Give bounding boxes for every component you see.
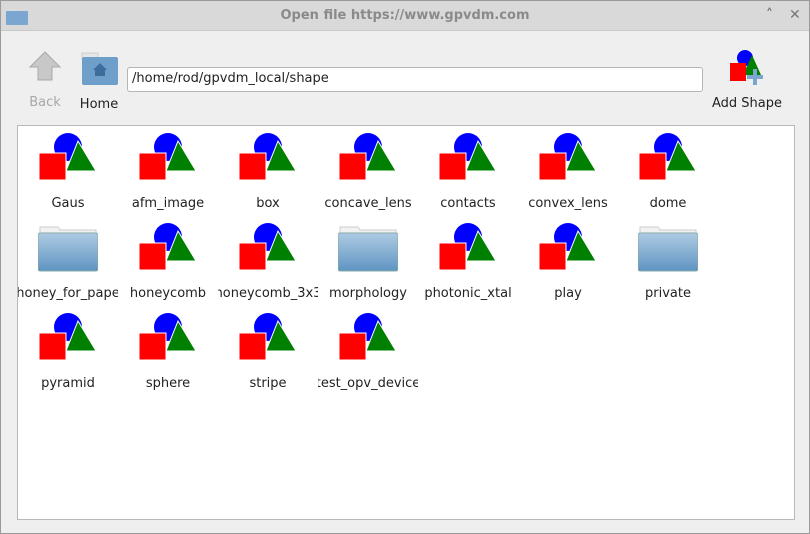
back-label: Back xyxy=(29,95,61,110)
file-item[interactable]: contacts xyxy=(418,129,518,219)
file-item-label: photonic_xtal xyxy=(424,286,512,301)
file-item-label: box xyxy=(256,196,280,211)
file-item-label: test_opv_device xyxy=(318,376,418,391)
file-item[interactable]: Gaus xyxy=(18,129,118,219)
add-shape-label: Add Shape xyxy=(711,96,782,111)
shape-icon xyxy=(638,133,697,181)
home-folder-icon xyxy=(81,52,118,85)
file-item[interactable]: photonic_xtal xyxy=(418,219,518,309)
folder-icon xyxy=(338,226,398,272)
folder-icon xyxy=(638,226,698,272)
close-icon[interactable]: ✕ xyxy=(789,7,801,23)
file-item-label: honeycomb_3x3 xyxy=(218,286,318,301)
path-input[interactable]: /home/rod/gpvdm_local/shape xyxy=(127,67,703,92)
add-shape-button[interactable]: Add Shape xyxy=(709,49,785,111)
file-item[interactable]: honey_for_pape xyxy=(18,219,118,309)
file-dialog-window: Open file https://www.gpvdm.com ˄ ✕ Back… xyxy=(0,0,810,534)
file-item-label: pyramid xyxy=(41,376,95,391)
file-item[interactable]: private xyxy=(618,219,718,309)
file-item-label: afm_image xyxy=(131,196,205,211)
file-item[interactable]: pyramid xyxy=(18,309,118,399)
file-item-label: private xyxy=(645,286,691,301)
chevron-up-icon[interactable]: ˄ xyxy=(766,7,773,23)
file-item-label: concave_lens xyxy=(324,196,412,211)
file-item-label: Gaus xyxy=(51,196,85,211)
file-item[interactable]: play xyxy=(518,219,618,309)
folder-icon xyxy=(38,226,98,272)
shape-icon xyxy=(338,313,397,361)
home-label: Home xyxy=(79,97,119,112)
add-shape-icon xyxy=(730,50,763,85)
shape-icon xyxy=(138,133,197,181)
shape-icon xyxy=(38,133,97,181)
file-item[interactable]: convex_lens xyxy=(518,129,618,219)
file-item[interactable]: sphere xyxy=(118,309,218,399)
shape-icon xyxy=(138,313,197,361)
file-item-label: contacts xyxy=(440,196,496,211)
shape-icon xyxy=(338,133,397,181)
back-button[interactable]: Back xyxy=(23,49,67,110)
shape-icon xyxy=(438,223,497,271)
shape-icon xyxy=(438,133,497,181)
shape-icon xyxy=(238,223,297,271)
file-item[interactable]: honeycomb xyxy=(118,219,218,309)
file-icon-view[interactable]: Gaus afm_image box concave_lens contacts conv… xyxy=(17,125,795,520)
file-item-label: sphere xyxy=(145,376,191,391)
file-item-label: morphology xyxy=(329,286,407,301)
file-item[interactable]: box xyxy=(218,129,318,219)
file-item[interactable]: stripe xyxy=(218,309,318,399)
shape-icon xyxy=(138,223,197,271)
file-item[interactable]: test_opv_device xyxy=(318,309,418,399)
shape-icon xyxy=(538,223,597,271)
window-title: Open file https://www.gpvdm.com xyxy=(280,8,530,23)
file-item-label: convex_lens xyxy=(528,196,608,211)
shape-icon xyxy=(538,133,597,181)
file-item[interactable]: afm_image xyxy=(118,129,218,219)
file-item-label: dome xyxy=(649,196,687,211)
shape-icon xyxy=(238,133,297,181)
file-item-label: honeycomb xyxy=(129,286,207,301)
title-bar[interactable]: Open file https://www.gpvdm.com ˄ ✕ xyxy=(1,1,809,31)
file-item[interactable]: honeycomb_3x3 xyxy=(218,219,318,309)
file-item-label: stripe xyxy=(249,376,287,391)
file-item[interactable]: dome xyxy=(618,129,718,219)
file-item-label: play xyxy=(554,286,582,301)
file-item[interactable]: concave_lens xyxy=(318,129,418,219)
up-arrow-icon xyxy=(28,51,62,81)
file-item-label: honey_for_pape xyxy=(18,286,118,301)
shape-icon xyxy=(38,313,97,361)
file-item[interactable]: morphology xyxy=(318,219,418,309)
home-button[interactable]: Home xyxy=(75,51,123,112)
shape-icon xyxy=(238,313,297,361)
